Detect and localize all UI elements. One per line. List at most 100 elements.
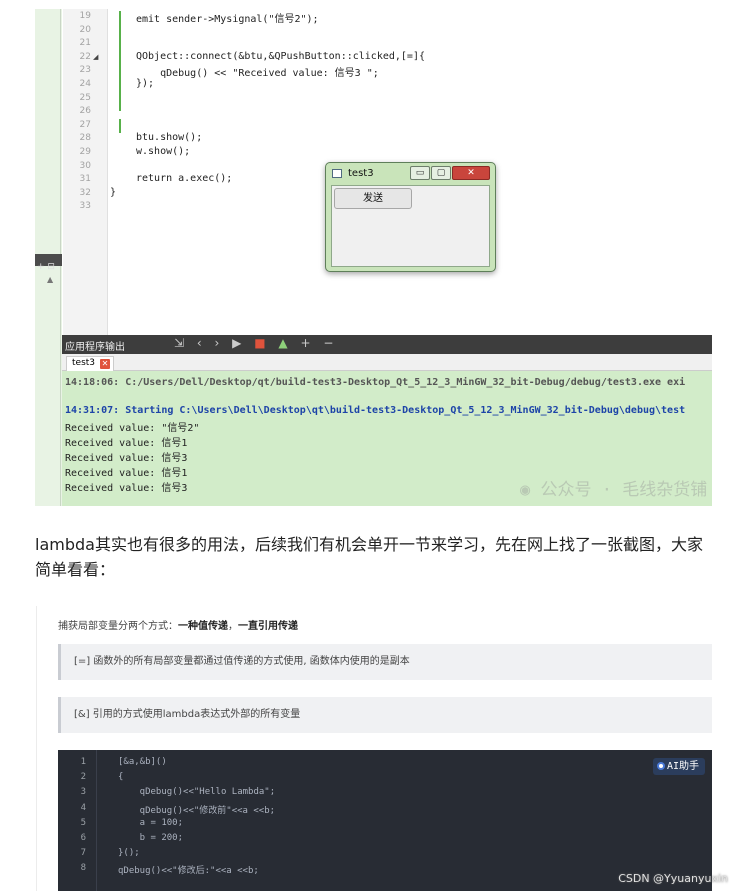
maximize-button[interactable]: ▢ [431, 166, 451, 180]
debug-run-icon[interactable]: ▲ [278, 336, 287, 350]
line-number: 20 [79, 24, 91, 35]
ai-icon [656, 762, 665, 770]
code-row: 4 qDebug()<<"修改前"<<a <<b; [58, 803, 712, 818]
code-text: qDebug()<<"Hello Lambda"; [118, 787, 276, 798]
previous-icon[interactable]: ‹ [197, 336, 202, 350]
fold-arrow-icon[interactable]: ◢ [93, 53, 98, 61]
output-tab-test3[interactable]: test3 ✕ [66, 356, 114, 371]
code-line: w.show(); [136, 146, 191, 157]
window-title: test3 [348, 168, 374, 179]
tab-label: test3 [72, 358, 96, 368]
intro-separator: ， [228, 621, 238, 632]
code-line-number: 8 [80, 863, 86, 874]
changed-lines-marker [119, 11, 121, 111]
ide-left-sidebar: + ⊟ ▲ [35, 9, 62, 506]
output-panel-title: 应用程序输出 [65, 342, 125, 353]
code-line: emit sender->Mysignal("信号2"); [136, 14, 319, 25]
code-text: { [118, 772, 124, 783]
ai-assistant-label: AI助手 [666, 761, 699, 772]
intro-bold-reference: 一直引用传递 [238, 621, 298, 632]
output-received-line: Received value: 信号1 [65, 468, 188, 479]
zoom-out-icon[interactable]: − [323, 336, 333, 350]
code-line: btu.show(); [136, 132, 203, 144]
changed-lines-marker [119, 119, 121, 133]
clear-output-icon[interactable]: ⇲ [174, 336, 184, 350]
code-line: QObject::connect(&btu,&QPushButton::clic… [136, 50, 425, 62]
code-block: 1 [&a,&b]() 2{3 qDebug()<<"Hello Lambda"; 4… [58, 750, 712, 891]
minimize-button[interactable]: ▭ [410, 166, 430, 180]
code-text: [&a,&b]() [118, 757, 167, 767]
code-line: qDebug() << "Received value: 信号3 "; [136, 68, 379, 80]
code-text: qDebug()<<"修改后:"<<a <<b; [118, 866, 259, 877]
quote-reference-capture: [&] 引用的方式使用lambda表达式外部的所有变量 [58, 697, 712, 733]
ai-assistant-button[interactable]: AI助手 [652, 758, 705, 775]
output-status-line: 14:18:06: C:/Users/Dell/Desktop/qt/build… [65, 377, 686, 388]
close-tab-icon[interactable]: ✕ [100, 359, 110, 369]
close-button[interactable]: ✕ [452, 166, 490, 180]
code-line: }); [136, 78, 155, 89]
code-line-number: 4 [80, 802, 86, 813]
code-text: }(); [118, 848, 140, 859]
line-number: 23 [79, 65, 91, 76]
line-number: 24 [79, 79, 91, 89]
intro-prefix: 捕获局部变量分两个方式： [58, 621, 178, 632]
send-button[interactable]: 发送 [334, 188, 412, 209]
line-number: 19 [79, 11, 91, 21]
csdn-watermark: CSDN @Yyuanyuxin [618, 872, 728, 885]
line-number: 31 [79, 174, 91, 185]
code-line-number: 1 [80, 757, 86, 767]
zoom-in-icon[interactable]: + [300, 336, 310, 350]
scroll-up-arrow-icon[interactable]: ▲ [47, 275, 53, 284]
output-panel-toolbar: 应用程序输出 ⇲ ‹ › ▶ ■ ▲ + − [62, 335, 712, 354]
window-client-area: 发送 [331, 185, 490, 267]
line-number: 26 [79, 106, 91, 117]
watermark: ◉ 公众号 · 毛线杂货铺 [520, 480, 708, 500]
line-number: 28 [79, 133, 91, 144]
next-icon[interactable]: › [215, 336, 220, 350]
quote-value-capture: [=] 函数外的所有局部变量都通过值传递的方式使用, 函数体内使用的是副本 [58, 644, 712, 680]
code-text: qDebug()<<"修改前"<<a <<b; [118, 805, 276, 816]
line-number: 25 [79, 92, 91, 103]
window-app-icon [332, 169, 342, 178]
output-received-line: Received value: 信号1 [65, 438, 188, 449]
code-row: 3 qDebug()<<"Hello Lambda"; [58, 787, 712, 802]
line-number: 27 [79, 119, 91, 130]
lambda-capture-screenshot: 捕获局部变量分两个方式：一种值传递，一直引用传递 [=] 函数外的所有局部变量都… [36, 606, 712, 891]
line-number: 22 [79, 51, 91, 62]
code-line-number: 7 [80, 848, 86, 859]
code-row: 7 }(); [58, 848, 712, 863]
article-paragraph: lambda其实也有很多的用法，后续我们有机会单开一节来学习，先在网上找了一张截… [35, 535, 703, 579]
watermark-text: 公众号 · 毛线杂货铺 [540, 480, 708, 500]
line-number-gutter: ◢ 19 20 21 22 23 24 25 26 27 28 29 30 31 32 33 [63, 9, 121, 335]
code-text: a = 100; [118, 817, 184, 828]
test3-window[interactable]: test3 ▭ ▢ ✕ 发送 [325, 162, 496, 272]
code-row: 1 [&a,&b]() [58, 757, 712, 772]
application-output: 14:18:06: C:/Users/Dell/Desktop/qt/build… [62, 371, 712, 506]
output-status-line: 14:31:07: Starting C:\Users\Dell\Desktop… [65, 405, 686, 416]
output-tab-bar: test3 ✕ [62, 354, 712, 371]
line-number: 29 [79, 147, 91, 157]
code-line-number: 2 [80, 772, 86, 783]
code-line-number: 6 [80, 833, 86, 843]
line-number: 30 [79, 160, 91, 171]
stop-icon[interactable]: ■ [254, 336, 265, 350]
code-line-number: 3 [80, 787, 86, 798]
code-row: 5 a = 100; [58, 818, 712, 833]
output-received-line: Received value: 信号3 [65, 453, 188, 464]
line-number: 21 [79, 38, 91, 49]
code-line-number: 5 [80, 817, 86, 828]
sidebar-split-controls[interactable]: + ⊟ [35, 254, 62, 272]
code-row: 6 b = 200; [58, 833, 712, 848]
split-controls-label: + ⊟ [37, 262, 55, 272]
run-icon[interactable]: ▶ [232, 336, 241, 350]
intro-bold-value: 一种值传递 [178, 621, 228, 632]
line-number: 33 [79, 201, 91, 212]
code-row: 2{ [58, 772, 712, 787]
line-number: 32 [79, 187, 91, 198]
code-line: return a.exec(); [136, 173, 233, 185]
output-received-line: Received value: 信号3 [65, 483, 188, 494]
code-text: b = 200; [118, 833, 184, 843]
ide-screenshot: + ⊟ ▲ ◢ 19 20 21 22 23 24 25 26 27 28 29 30 31 32 33 e… [35, 9, 712, 506]
output-received-line: Received value: "信号2" [65, 423, 200, 434]
code-line: } [110, 186, 117, 198]
